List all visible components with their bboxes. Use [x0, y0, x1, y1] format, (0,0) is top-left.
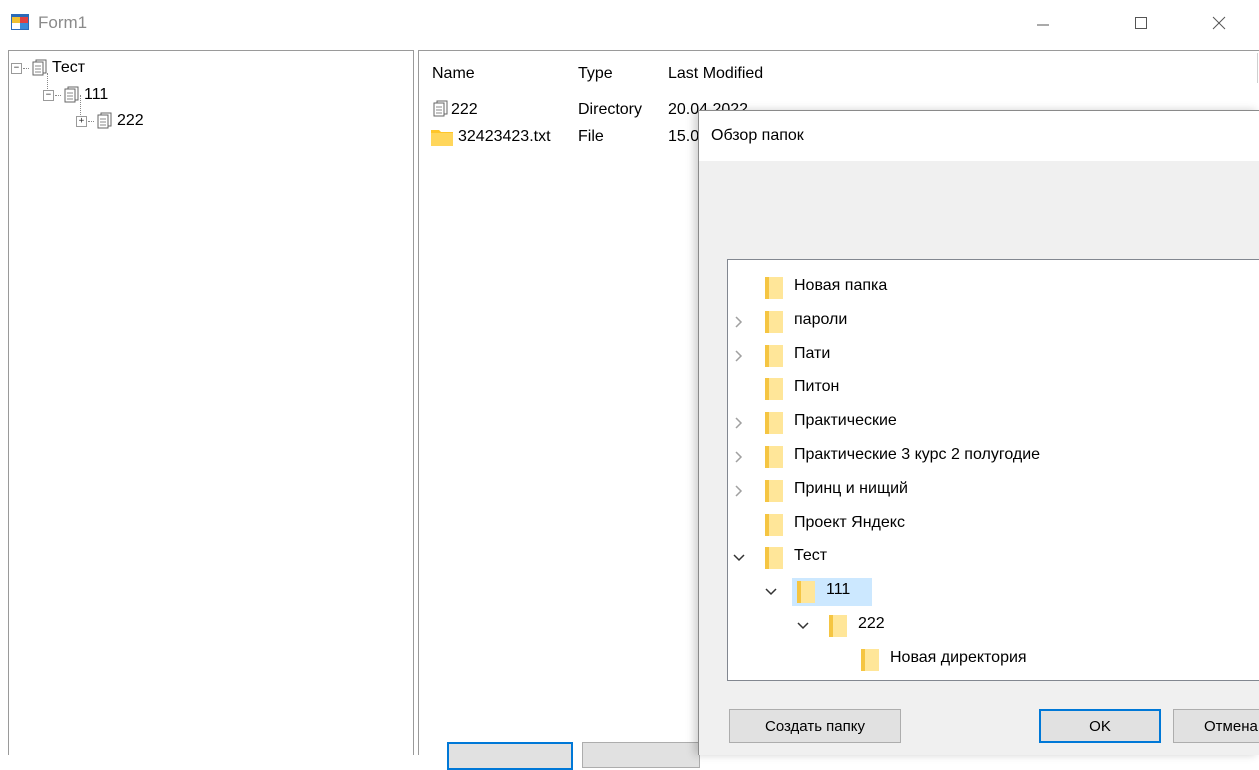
chevron-down-icon[interactable]: [764, 582, 778, 602]
minimize-icon: [1037, 24, 1049, 26]
folder-tree-item[interactable]: Новая папка: [728, 272, 1259, 304]
folder-tree-label: Тест: [794, 547, 828, 565]
title-bar: Form1: [0, 0, 1259, 46]
dialog-title: Обзор папок: [711, 127, 804, 144]
folder-tree-label: Практические: [794, 412, 897, 430]
maximize-button[interactable]: [1118, 0, 1164, 46]
folder-icon: [765, 378, 783, 401]
folder-tree-item[interactable]: пароли: [728, 306, 1259, 338]
column-header-name[interactable]: Name: [432, 65, 475, 83]
folder-icon: [765, 310, 783, 333]
folder-tree-label: Пати: [794, 344, 831, 362]
minimize-button[interactable]: [1020, 0, 1066, 46]
new-folder-button[interactable]: Создать папку: [729, 709, 901, 743]
folder-icon: [765, 344, 783, 367]
tree-connector: [23, 67, 29, 69]
close-icon: [1212, 16, 1226, 30]
folder-tree-item[interactable]: Практические 3 курс 2 полугодие: [728, 441, 1259, 473]
chevron-right-icon[interactable]: [732, 447, 746, 467]
cell-type: Directory: [578, 101, 643, 118]
tree-node-label: Тест: [52, 59, 86, 76]
collapse-toggle-icon[interactable]: −: [11, 62, 22, 74]
file-stack-icon: [97, 112, 112, 129]
folder-tree-item[interactable]: Пати: [728, 340, 1259, 372]
folder-tree-label: Проект Яндекс: [794, 513, 905, 531]
folder-tree-label: Питон: [794, 378, 840, 396]
folder-tree[interactable]: Новая папка пароли Пати Питон Практические Пр…: [727, 259, 1259, 681]
chevron-down-icon[interactable]: [796, 616, 810, 636]
chevron-down-icon[interactable]: [732, 548, 746, 568]
folder-tree-item[interactable]: Практические: [728, 407, 1259, 439]
folder-tree-item[interactable]: Питон: [728, 373, 1259, 405]
folder-icon: [765, 446, 783, 468]
folder-tree-label: Практические 3 курс 2 полугодие: [794, 446, 1041, 463]
folder-tree-label: Новая директория: [890, 648, 1027, 666]
chevron-right-icon[interactable]: [732, 481, 746, 501]
cell-name: 222: [451, 101, 478, 118]
folder-icon: [797, 581, 815, 604]
file-stack-icon: [433, 100, 448, 117]
directory-tree[interactable]: − Тест − 111 + 222: [8, 50, 414, 755]
tree-node-222[interactable]: + 222: [76, 110, 144, 132]
cell-name: 32423423.txt: [458, 128, 551, 145]
cell-type: File: [578, 128, 604, 145]
folder-tree-item[interactable]: 111: [728, 576, 1259, 608]
folder-tree-item[interactable]: Новая директория: [728, 644, 1259, 676]
cancel-button[interactable]: Отмена: [1173, 709, 1259, 743]
folder-icon: [765, 479, 783, 502]
tree-node-label: 222: [117, 112, 144, 129]
yellow-folder-icon: [431, 130, 453, 146]
tree-node-test[interactable]: − Тест: [11, 57, 85, 79]
window-title: Form1: [38, 13, 88, 32]
folder-tree-item[interactable]: Тест: [728, 542, 1259, 574]
folder-icon: [765, 513, 783, 536]
browse-folder-dialog: Обзор папок Новая папка пароли Пати Питон Пр…: [698, 110, 1259, 755]
column-header-last-modified[interactable]: Last Modified: [668, 65, 763, 83]
cell-modified: 15.0: [668, 128, 700, 145]
folder-tree-label: Новая папка: [794, 277, 888, 294]
tree-connector: [88, 120, 94, 122]
folder-tree-label: Принц и нищий: [794, 479, 908, 497]
folder-tree-item[interactable]: 222: [728, 610, 1259, 642]
folder-tree-label: 222: [858, 615, 885, 632]
expand-toggle-icon[interactable]: +: [76, 115, 87, 127]
folder-icon: [829, 615, 847, 637]
folder-tree-item[interactable]: Проект Яндекс: [728, 509, 1259, 541]
maximize-icon: [1135, 17, 1147, 29]
chevron-right-icon[interactable]: [732, 346, 746, 366]
folder-icon: [765, 277, 783, 299]
file-stack-icon: [32, 59, 47, 76]
tree-node-label: 111: [84, 86, 109, 103]
folder-tree-label: пароли: [794, 310, 848, 328]
dialog-title-bar: Обзор папок: [699, 111, 1259, 161]
form-primary-button[interactable]: [447, 742, 573, 770]
collapse-toggle-icon[interactable]: −: [43, 89, 54, 101]
folder-icon: [765, 547, 783, 570]
file-stack-icon: [64, 86, 79, 103]
form-secondary-button[interactable]: [582, 742, 700, 768]
column-header-type[interactable]: Type: [578, 65, 613, 83]
list-scrollbar-edge: [1257, 53, 1258, 83]
folder-tree-label: 111: [826, 581, 851, 599]
chevron-right-icon[interactable]: [732, 312, 746, 332]
chevron-right-icon[interactable]: [732, 413, 746, 433]
ok-button[interactable]: OK: [1039, 709, 1161, 743]
tree-node-111[interactable]: − 111: [43, 84, 108, 106]
tree-connector: [55, 94, 61, 96]
close-button[interactable]: [1196, 0, 1242, 46]
folder-icon: [861, 648, 879, 671]
folder-icon: [765, 412, 783, 435]
app-form-icon: [11, 14, 29, 30]
folder-tree-item[interactable]: Ф... БД: [728, 678, 1259, 680]
folder-tree-item[interactable]: Принц и нищий: [728, 475, 1259, 507]
